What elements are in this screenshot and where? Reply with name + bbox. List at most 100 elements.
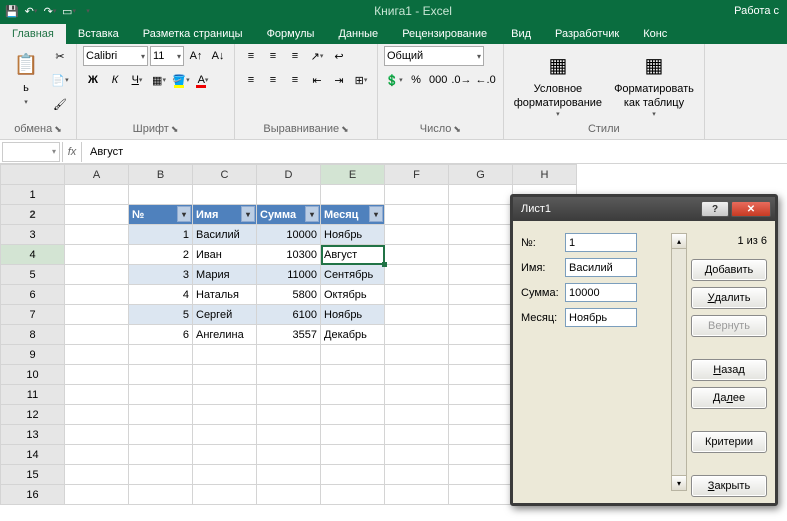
group-number: Общий▾ 💲▾ % 000 .0→ ←.0 Число⬊ bbox=[378, 44, 504, 139]
align-center-icon[interactable]: ≡ bbox=[263, 70, 283, 90]
col-E[interactable]: E bbox=[321, 165, 385, 185]
add-button[interactable]: Добавить bbox=[691, 259, 767, 281]
decrease-font-icon[interactable]: A↓ bbox=[208, 46, 228, 66]
outdent-icon[interactable]: ⇤ bbox=[307, 70, 327, 90]
group-label-styles: Стили bbox=[588, 123, 620, 135]
font-name-combo[interactable]: Calibri▾ bbox=[83, 46, 148, 66]
tab-review[interactable]: Рецензирование bbox=[390, 24, 499, 44]
next-button[interactable]: Далее bbox=[691, 387, 767, 409]
align-right-icon[interactable]: ≡ bbox=[285, 70, 305, 90]
col-F[interactable]: F bbox=[385, 165, 449, 185]
tab-formulas[interactable]: Формулы bbox=[255, 24, 327, 44]
filter-icon[interactable]: ▾ bbox=[369, 206, 383, 222]
table-row[interactable]: 53Мария11000Сентябрь bbox=[1, 265, 577, 285]
tab-view[interactable]: Вид bbox=[499, 24, 543, 44]
inc-decimal-icon[interactable]: .0→ bbox=[450, 70, 472, 90]
tab-extra[interactable]: Конс bbox=[631, 24, 679, 44]
table-row[interactable]: 75Сергей6100Ноябрь bbox=[1, 305, 577, 325]
group-styles: ▦Условное форматирование▾ ▦Форматировать… bbox=[504, 44, 705, 139]
formula-value[interactable]: Август bbox=[86, 146, 787, 158]
fx-icon[interactable]: fx bbox=[62, 142, 82, 162]
col-A[interactable]: A bbox=[65, 165, 129, 185]
field-month-input[interactable] bbox=[565, 308, 637, 327]
dialog-fields: №: Имя: Сумма: Месяц: bbox=[521, 233, 667, 497]
hdr-sum[interactable]: Сумма▾ bbox=[257, 205, 321, 225]
criteria-button[interactable]: Критерии bbox=[691, 431, 767, 453]
scroll-down-icon[interactable]: ▾ bbox=[672, 475, 686, 490]
field-n-input[interactable] bbox=[565, 233, 637, 252]
row-2[interactable]: 2 bbox=[1, 205, 65, 225]
font-size-combo[interactable]: 11▾ bbox=[150, 46, 184, 66]
hdr-month[interactable]: Месяц▾ bbox=[321, 205, 385, 225]
close-icon[interactable]: ✕ bbox=[731, 201, 771, 217]
tab-home[interactable]: Главная bbox=[0, 24, 66, 44]
qat-customize-icon[interactable]: ▾ bbox=[80, 3, 96, 19]
bold-icon[interactable]: Ж bbox=[83, 70, 103, 90]
font-color-icon[interactable]: A▾ bbox=[193, 70, 213, 90]
hdr-n[interactable]: №▾ bbox=[129, 205, 193, 225]
dialog-titlebar[interactable]: Лист1 ? ✕ bbox=[513, 197, 775, 221]
tab-insert[interactable]: Вставка bbox=[66, 24, 131, 44]
col-C[interactable]: C bbox=[193, 165, 257, 185]
field-name-input[interactable] bbox=[565, 258, 637, 277]
align-top-icon[interactable]: ≡ bbox=[241, 46, 261, 66]
scroll-up-icon[interactable]: ▴ bbox=[672, 234, 686, 249]
underline-icon[interactable]: Ч▾ bbox=[127, 70, 147, 90]
dec-decimal-icon[interactable]: ←.0 bbox=[475, 70, 497, 90]
copy-icon[interactable]: 📄▾ bbox=[50, 70, 70, 90]
table-row[interactable]: 31Василий10000Ноябрь bbox=[1, 225, 577, 245]
table-row[interactable]: 86Ангелина3557Декабрь bbox=[1, 325, 577, 345]
border-icon[interactable]: ▦▾ bbox=[149, 70, 169, 90]
wrap-icon[interactable]: ↩ bbox=[329, 46, 349, 66]
filter-icon[interactable]: ▾ bbox=[177, 206, 191, 222]
cut-icon[interactable]: ✂ bbox=[50, 46, 70, 66]
orientation-icon[interactable]: ↗▾ bbox=[307, 46, 327, 66]
tab-data[interactable]: Данные bbox=[326, 24, 390, 44]
back-button[interactable]: Назад bbox=[691, 359, 767, 381]
close-button[interactable]: Закрыть bbox=[691, 475, 767, 497]
italic-icon[interactable]: К bbox=[105, 70, 125, 90]
cond-format-button[interactable]: ▦Условное форматирование▾ bbox=[510, 46, 606, 121]
grid[interactable]: A B C D E F G H 1 2 №▾ Имя▾ Сумма▾ Месяц… bbox=[0, 164, 577, 505]
help-button[interactable]: ? bbox=[701, 201, 729, 217]
indent-icon[interactable]: ⇥ bbox=[329, 70, 349, 90]
fill-color-icon[interactable]: 🪣▾ bbox=[171, 70, 191, 90]
data-form-dialog[interactable]: Лист1 ? ✕ №: Имя: Сумма: Месяц: ▴ ▾ 1 из… bbox=[510, 194, 778, 506]
format-table-button[interactable]: ▦Форматировать как таблицу▾ bbox=[610, 46, 698, 121]
field-label: Сумма: bbox=[521, 287, 565, 299]
table-row[interactable]: 64Наталья5800Октябрь bbox=[1, 285, 577, 305]
ribbon: 📋ь▾ ✂ 📄▾ 🖌 обмена⬊ Calibri▾ 11▾ A↑ A↓ Ж … bbox=[0, 44, 787, 140]
save-icon[interactable]: 💾 bbox=[4, 3, 20, 19]
filter-icon[interactable]: ▾ bbox=[241, 206, 255, 222]
align-bot-icon[interactable]: ≡ bbox=[285, 46, 305, 66]
accounting-icon[interactable]: 💲▾ bbox=[384, 70, 404, 90]
tab-developer[interactable]: Разработчик bbox=[543, 24, 631, 44]
record-scrollbar[interactable]: ▴ ▾ bbox=[671, 233, 687, 491]
align-mid-icon[interactable]: ≡ bbox=[263, 46, 283, 66]
hdr-name[interactable]: Имя▾ bbox=[193, 205, 257, 225]
col-B[interactable]: B bbox=[129, 165, 193, 185]
undo-icon[interactable]: ↶▾ bbox=[23, 3, 39, 19]
redo-icon[interactable]: ↷▾ bbox=[42, 3, 58, 19]
col-D[interactable]: D bbox=[257, 165, 321, 185]
table-row[interactable]: 42Иван10300Август bbox=[1, 245, 577, 265]
merge-icon[interactable]: ⊞▾ bbox=[351, 70, 371, 90]
field-label: Имя: bbox=[521, 262, 565, 274]
delete-button[interactable]: Удалить bbox=[691, 287, 767, 309]
row-1[interactable]: 1 bbox=[1, 185, 65, 205]
paste-button[interactable]: 📋ь▾ bbox=[6, 46, 46, 110]
col-G[interactable]: G bbox=[449, 165, 513, 185]
field-sum-input[interactable] bbox=[565, 283, 637, 302]
comma-icon[interactable]: 000 bbox=[428, 70, 448, 90]
percent-icon[interactable]: % bbox=[406, 70, 426, 90]
increase-font-icon[interactable]: A↑ bbox=[186, 46, 206, 66]
name-box[interactable]: ▾ bbox=[2, 142, 60, 162]
col-H[interactable]: H bbox=[513, 165, 577, 185]
number-format-combo[interactable]: Общий▾ bbox=[384, 46, 484, 66]
filter-icon[interactable]: ▾ bbox=[305, 206, 319, 222]
form-icon[interactable]: ▭▾ bbox=[61, 3, 77, 19]
tab-pagelayout[interactable]: Разметка страницы bbox=[131, 24, 255, 44]
select-all-corner[interactable] bbox=[1, 165, 65, 185]
formatpainter-icon[interactable]: 🖌 bbox=[50, 94, 70, 114]
align-left-icon[interactable]: ≡ bbox=[241, 70, 261, 90]
